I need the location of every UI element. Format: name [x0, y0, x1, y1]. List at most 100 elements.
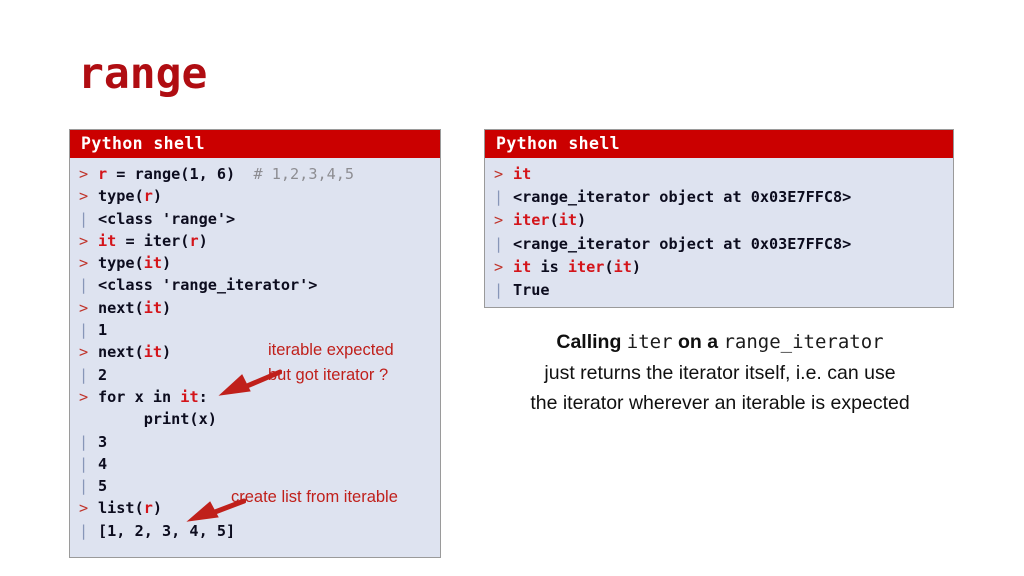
code-text: <range_iterator object at 0x03E7FFC8> [513, 188, 852, 207]
caption-line-1: Calling iter on a range_iterator [470, 327, 970, 358]
shell-line: > type(it) [70, 252, 440, 274]
code-text: type( [98, 254, 144, 273]
shell-line: | 1 [70, 319, 440, 341]
code-identifier: it [513, 165, 532, 183]
code-text: ) [152, 187, 163, 206]
shell-line: > it is iter(it) [485, 256, 953, 279]
caption-line-2: just returns the iterator itself, i.e. c… [544, 361, 896, 384]
code-text: is [531, 257, 568, 276]
code-identifier: it [513, 257, 532, 276]
shell-line: > it [485, 163, 953, 186]
prompt-marker: > [79, 231, 89, 250]
prompt-marker: > [494, 257, 504, 276]
code-text: next( [98, 298, 144, 317]
shell-title-bar-left: Python shell [70, 130, 440, 158]
shell-line: print(x) [70, 408, 440, 430]
code-identifier: it [143, 298, 163, 317]
code-text: next( [98, 343, 144, 362]
shell-transcript-right: > it | <range_iterator object at 0x03E7FFC8… [485, 158, 953, 308]
prompt-marker: > [79, 387, 89, 406]
prompt-marker: > [79, 343, 89, 362]
caption-line-3: the iterator wherever an iterable is exp… [530, 392, 910, 414]
code-text: 1 [98, 321, 108, 340]
code-text: ) [577, 211, 587, 230]
caption-bold-text: on a [672, 331, 724, 353]
output-marker: | [79, 209, 89, 228]
page-title: range [78, 49, 208, 99]
shell-line: > iter(it) [485, 209, 953, 232]
code-text: ) [198, 231, 208, 250]
output-marker: | [79, 321, 89, 340]
continuation-marker [79, 408, 98, 430]
code-identifier: iter [513, 211, 550, 230]
annotation-iterable-expected-line2: but got iterator ? [268, 366, 389, 384]
code-identifier: r [143, 499, 153, 518]
code-text: 2 [98, 365, 108, 384]
output-marker: | [79, 276, 89, 295]
caption-bold-text: Calling [556, 331, 627, 353]
code-comment: # 1,2,3,4,5 [253, 165, 355, 183]
output-marker: | [79, 454, 89, 473]
code-text: ) [162, 254, 172, 273]
shell-line: > it = iter(r) [70, 230, 440, 252]
shell-line: | 3 [70, 431, 440, 453]
code-text: 3 [98, 432, 108, 451]
prompt-marker: > [494, 165, 504, 183]
caption-code-token: iter [626, 331, 673, 353]
code-text: <class 'range_iterator'> [98, 276, 318, 295]
shell-line: | <range_iterator object at 0x03E7FFC8> [485, 233, 953, 256]
code-text: for x in [98, 387, 181, 406]
code-text: 4 [98, 454, 108, 473]
shell-line: > r = range(1, 6) # 1,2,3,4,5 [70, 163, 440, 185]
output-marker: | [494, 280, 504, 299]
code-text: print(x) [98, 410, 217, 429]
code-identifier: it [98, 231, 117, 250]
output-marker: | [494, 188, 504, 207]
annotation-create-list: create list from iterable [231, 488, 398, 506]
code-text: ) [162, 343, 172, 362]
shell-title-bar-right: Python shell [485, 130, 953, 158]
output-marker: | [79, 521, 89, 540]
code-identifier: it [180, 387, 199, 406]
shell-line: | <class 'range_iterator'> [70, 274, 440, 296]
code-text: : [198, 387, 208, 406]
output-marker: | [79, 365, 89, 384]
code-identifier: it [558, 211, 578, 230]
shell-line: | <class 'range'> [70, 208, 440, 230]
code-identifier: iter [567, 257, 605, 276]
shell-line: > next(it) [70, 297, 440, 319]
output-marker: | [494, 234, 504, 253]
code-text: <class 'range'> [98, 209, 236, 228]
prompt-marker: > [79, 254, 89, 273]
code-identifier: it [143, 343, 163, 362]
code-identifier: r [189, 231, 199, 250]
prompt-marker: > [79, 499, 89, 518]
code-identifier: it [613, 257, 632, 276]
arrow-icon-to-list-call [186, 498, 246, 522]
code-text: ) [152, 499, 163, 518]
python-shell-right: Python shell > it | <range_iterator object … [484, 129, 954, 308]
code-text: = iter( [116, 231, 190, 250]
caption-code-token: range_iterator [723, 331, 884, 353]
code-text: type( [98, 187, 144, 206]
output-marker: | [79, 477, 89, 496]
output-marker: | [79, 432, 89, 451]
shell-line: | 4 [70, 453, 440, 475]
code-text: True [513, 280, 550, 299]
code-identifier: r [98, 165, 108, 183]
code-text: = range(1, 6) [107, 165, 254, 183]
code-text: ) [631, 257, 642, 276]
arrow-icon-to-for-loop [218, 369, 282, 396]
shell-line: > type(r) [70, 185, 440, 207]
prompt-marker: > [79, 165, 89, 183]
explanation-caption: Calling iter on a range_iterator just re… [470, 327, 970, 419]
prompt-marker: > [79, 298, 89, 317]
code-text: ( [604, 257, 614, 276]
shell-line: | [1, 2, 3, 4, 5] [70, 520, 440, 542]
code-text: ( [549, 211, 559, 230]
code-text: 5 [98, 477, 108, 496]
code-text: <range_iterator object at 0x03E7FFC8> [513, 234, 852, 253]
shell-line: | True [485, 279, 953, 302]
shell-line: | <range_iterator object at 0x03E7FFC8> [485, 186, 953, 209]
annotation-iterable-expected-line1: iterable expected [268, 341, 394, 359]
